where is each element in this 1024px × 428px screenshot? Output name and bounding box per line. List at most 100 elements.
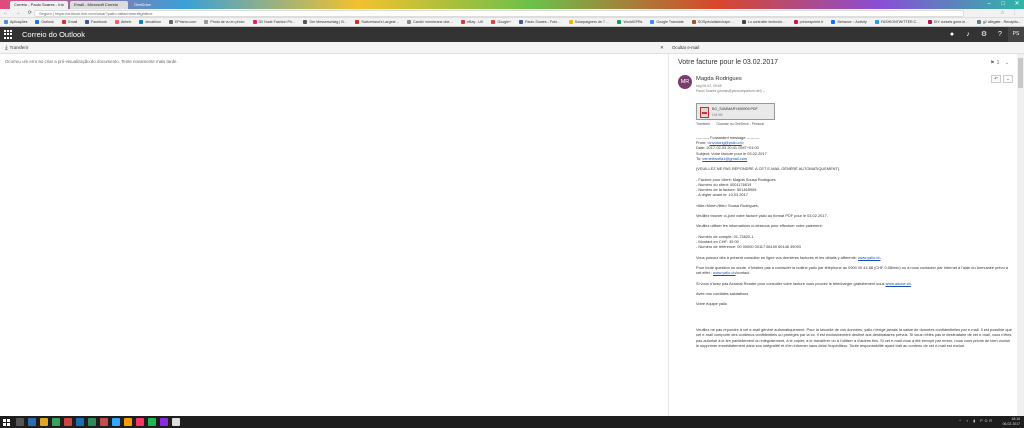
bookmark-item[interactable]: Gmail bbox=[61, 20, 77, 24]
bookmark-favicon-icon bbox=[519, 20, 524, 24]
explorer-icon[interactable] bbox=[40, 418, 48, 426]
bookmark-label: decathlon bbox=[145, 20, 161, 24]
sender-avatar[interactable]: MR bbox=[678, 75, 692, 89]
bookmark-label: Photo de vu en photo bbox=[210, 20, 245, 24]
more-actions-icon[interactable]: ⌄ bbox=[1003, 75, 1013, 83]
help-icon[interactable]: ? bbox=[992, 27, 1008, 42]
hide-email-button[interactable]: Ocultar e-mail bbox=[672, 44, 699, 52]
app-icon[interactable] bbox=[160, 418, 168, 426]
skype-icon[interactable]: ● bbox=[944, 27, 960, 42]
bookmark-label: Lu controller technolo… bbox=[747, 20, 786, 24]
bookmark-favicon-icon bbox=[491, 20, 496, 24]
address-input[interactable]: Seguro | https://outlook.live.com/owa/?p… bbox=[34, 10, 964, 17]
chrome-icon[interactable] bbox=[172, 418, 180, 426]
indesign-icon[interactable] bbox=[136, 418, 144, 426]
app-title[interactable]: Correio do Outlook bbox=[22, 29, 85, 40]
browser-tab-onedrive[interactable]: OneDrive bbox=[130, 1, 170, 9]
maximize-icon[interactable]: □ bbox=[996, 0, 1010, 9]
scrollbar[interactable] bbox=[1017, 54, 1024, 416]
bell-icon[interactable]: ♪ bbox=[960, 27, 976, 42]
subject-actions[interactable]: ⚑1 ⌄ bbox=[990, 60, 1011, 66]
bookmark-label: Outlook bbox=[41, 20, 54, 24]
bookmark-item[interactable]: EPrismo.com bbox=[168, 20, 196, 24]
powerpoint-icon[interactable] bbox=[100, 418, 108, 426]
extension-icons[interactable]: ☆ ⋮ bbox=[1000, 10, 1020, 16]
bookmark-favicon-icon bbox=[691, 20, 696, 24]
bookmark-item[interactable]: DIY corsets gone-in… bbox=[927, 20, 969, 24]
windows-start-icon[interactable] bbox=[0, 416, 12, 428]
bookmark-item[interactable]: Google+ bbox=[491, 20, 511, 24]
reply-icon[interactable]: ↶ bbox=[991, 75, 1001, 83]
excel-icon[interactable] bbox=[88, 418, 96, 426]
attachment-download-link[interactable]: Transferir bbox=[696, 122, 710, 126]
bookmark-favicon-icon bbox=[874, 20, 879, 24]
clock[interactable]: 18:16 06-02-2017 bbox=[1003, 417, 1020, 427]
attachment-name: BG_SUMMARY465909.PDF bbox=[712, 107, 758, 111]
taskbar: ^ ◖ ▮ POR 18:16 06-02-2017 bbox=[0, 416, 1024, 428]
bookmarks-bar: Aplicações Outlook Gmail Facebook Airbnb deca… bbox=[0, 18, 1024, 27]
bookmark-item[interactable]: Behance :: Activity bbox=[831, 20, 867, 24]
word-icon[interactable] bbox=[76, 418, 84, 426]
body-link[interactable]: www.yallo.ch bbox=[858, 255, 881, 260]
bookmark-item[interactable]: FASHIONTWITTER.C… bbox=[874, 20, 920, 24]
illustrator-icon[interactable] bbox=[124, 418, 132, 426]
sender-name[interactable]: Magda Rodrigues bbox=[696, 76, 742, 82]
body-link[interactable]: vemethsofia1@gmail.com bbox=[702, 156, 747, 161]
photoshop-icon[interactable] bbox=[112, 418, 120, 426]
bookmark-item[interactable]: g2 allegate - Recapitu… bbox=[976, 20, 1021, 24]
app-launcher-icon[interactable] bbox=[4, 30, 13, 39]
body-link[interactable]: www.yallo.ch bbox=[713, 270, 736, 275]
bookmark-label: eBay - UK bbox=[467, 20, 484, 24]
bookmark-item[interactable]: Lu controller technolo… bbox=[741, 20, 786, 24]
spotify-icon[interactable] bbox=[148, 418, 156, 426]
save-to-onedrive-link[interactable]: Guardar no OneDrive - Pessoal bbox=[716, 122, 764, 126]
bookmark-favicon-icon bbox=[976, 20, 981, 24]
bookmark-item[interactable]: Solarpaigners de 7 … bbox=[568, 20, 609, 24]
bookmark-item[interactable]: Google Translate bbox=[650, 20, 684, 24]
bookmark-item[interactable]: Facebook bbox=[85, 20, 107, 24]
close-preview-button[interactable]: ✕ bbox=[660, 44, 664, 52]
bookmark-item[interactable]: Paulo Soares - Foto… bbox=[519, 20, 561, 24]
bookmark-label: Google Translate bbox=[656, 20, 684, 24]
avatar[interactable]: PS bbox=[1008, 27, 1024, 42]
bookmark-item[interactable]: princesprinte.fr bbox=[793, 20, 823, 24]
bookmark-favicon-icon bbox=[4, 20, 8, 24]
body-link[interactable]: www.adobe.ch bbox=[886, 281, 911, 286]
app-header-icons: ● ♪ ⚙ ? PS bbox=[944, 27, 1024, 42]
bookmark-item[interactable]: eBay - UK bbox=[461, 20, 483, 24]
bookmark-favicon-icon bbox=[252, 20, 257, 24]
bookmark-item[interactable]: WorldGPRs bbox=[617, 20, 642, 24]
bookmark-label: FASHIONTWITTER.C… bbox=[880, 20, 920, 24]
system-tray-icons[interactable]: ^ ◖ ▮ POR bbox=[959, 419, 994, 423]
bookmark-item[interactable]: Cardio' membrane obe… bbox=[407, 20, 453, 24]
bookmark-favicon-icon bbox=[793, 20, 798, 24]
gear-icon[interactable]: ⚙ bbox=[976, 27, 992, 42]
bookmark-item[interactable]: SOSpécialistechape… bbox=[691, 20, 734, 24]
bookmark-label: Airbnb bbox=[120, 20, 132, 24]
bookmark-favicon-icon bbox=[407, 20, 411, 24]
scrollbar-thumb[interactable] bbox=[1018, 58, 1023, 88]
nav-buttons[interactable]: ← → ⟳ bbox=[3, 10, 35, 16]
browser-tab-email[interactable]: Email - Microsoft Correio bbox=[70, 1, 128, 9]
bookmark-item[interactable]: Outlook bbox=[35, 20, 54, 24]
bookmark-item[interactable]: decathlon bbox=[139, 20, 161, 24]
bookmark-item[interactable]: 3D Nude Fashion Ph… bbox=[252, 20, 295, 24]
search-icon[interactable] bbox=[16, 418, 24, 426]
bookmark-label: Cardio' membrane obe… bbox=[413, 20, 454, 24]
edge-icon[interactable] bbox=[28, 418, 36, 426]
store-icon[interactable] bbox=[52, 418, 60, 426]
minimize-icon[interactable]: – bbox=[982, 0, 996, 9]
download-button[interactable]: ⤓ Transferir bbox=[5, 44, 28, 52]
app-header: Correio do Outlook ● ♪ ⚙ ? PS bbox=[0, 27, 1024, 42]
language-indicator[interactable]: POR bbox=[980, 419, 994, 423]
bookmark-item[interactable]: Aplicações bbox=[4, 20, 27, 24]
bookmark-item[interactable]: Airbnb bbox=[114, 20, 132, 24]
attachment-card[interactable]: BG_SUMMARY465909.PDF 104 KB bbox=[696, 103, 775, 120]
bookmark-item[interactable]: Der Messerschlag | B… bbox=[303, 20, 347, 24]
bookmark-item[interactable]: Switzerland's Largest… bbox=[355, 20, 399, 24]
bookmark-favicon-icon bbox=[355, 20, 360, 24]
close-window-icon[interactable]: ✕ bbox=[1010, 0, 1024, 9]
bookmark-item[interactable]: Photo de vu en photo bbox=[204, 20, 245, 24]
acrobat-icon[interactable] bbox=[64, 418, 72, 426]
browser-tab-mail[interactable]: Correio - Paulo Soares - Inb bbox=[10, 1, 68, 9]
